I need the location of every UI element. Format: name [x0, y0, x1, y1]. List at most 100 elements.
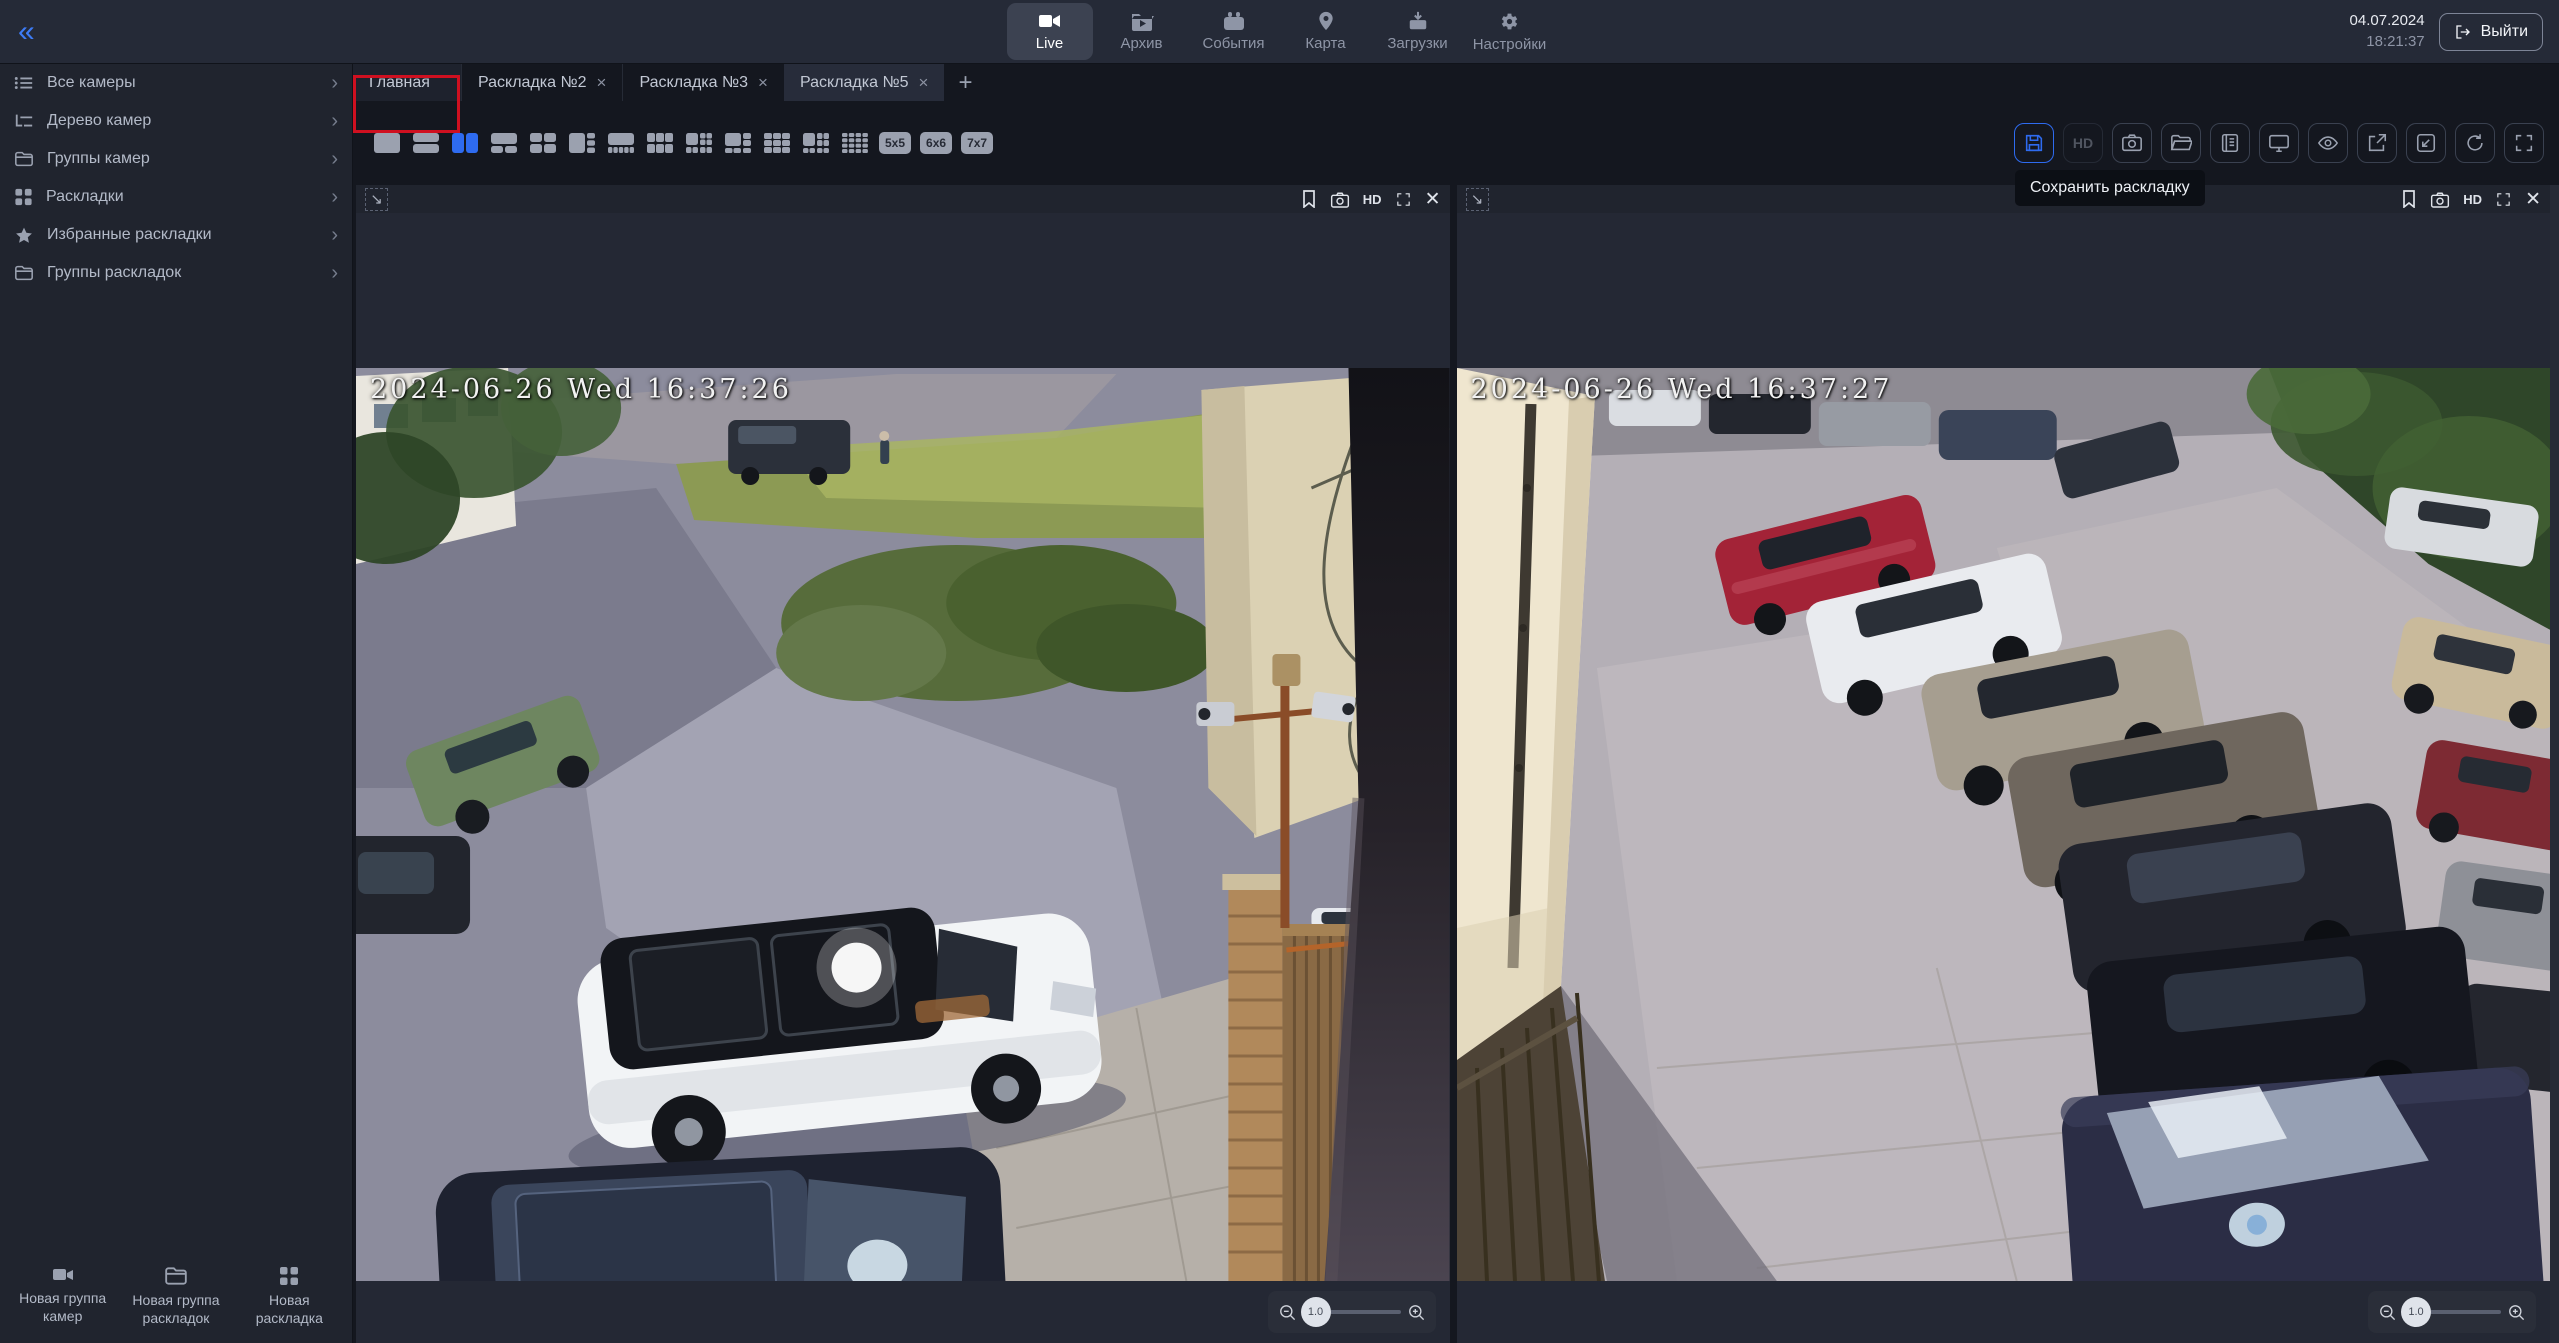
camera-icon: [2121, 132, 2143, 154]
view-button[interactable]: [2308, 123, 2348, 163]
video-timestamp: 2024-06-26 Wed 16:37:27: [1471, 374, 1893, 405]
layout-6-button[interactable]: [645, 131, 675, 155]
nav-map[interactable]: Карта: [1283, 3, 1369, 60]
zoom-slider[interactable]: 1.0: [2415, 1310, 2501, 1314]
current-date: 04.07.2024: [2350, 11, 2425, 31]
layout-1-5-button[interactable]: [606, 131, 636, 155]
layout-4-button[interactable]: [528, 131, 558, 155]
tab-layout-2[interactable]: Раскладка №2 ×: [461, 64, 622, 101]
nav-settings[interactable]: Настройки: [1467, 3, 1553, 60]
chevron-right-icon: ›: [331, 225, 338, 245]
logout-button[interactable]: Выйти: [2439, 13, 2543, 51]
layout-2-rows-button[interactable]: [411, 131, 441, 155]
zoom-in-icon[interactable]: [1407, 1303, 1426, 1322]
topbar-right: 04.07.2024 18:21:37 Выйти: [2350, 11, 2559, 52]
nav-live[interactable]: Live: [1007, 3, 1093, 60]
zoom-slider-handle[interactable]: 1.0: [2401, 1297, 2431, 1327]
chevron-right-icon: ›: [331, 263, 338, 283]
tile-fullscreen-icon[interactable]: [2495, 191, 2512, 208]
hd-toggle[interactable]: HD: [1363, 192, 1382, 207]
sidebar-item-favorite-layouts[interactable]: Избранные раскладки ›: [0, 216, 352, 254]
sidebar-item-camera-groups[interactable]: Группы камер ›: [0, 140, 352, 178]
add-tab-button[interactable]: +: [944, 64, 986, 101]
layout-2-cols-button[interactable]: [450, 131, 480, 155]
refresh-button[interactable]: [2455, 123, 2495, 163]
drag-resize-icon[interactable]: ↘: [1466, 188, 1489, 211]
hd-quality-button[interactable]: HD: [2063, 123, 2103, 163]
zoom-in-icon[interactable]: [2507, 1303, 2526, 1322]
video-camera-icon: [51, 1266, 75, 1284]
snapshot-camera-icon[interactable]: [2430, 191, 2450, 208]
map-pin-icon: [1316, 11, 1336, 31]
tab-layout-3[interactable]: Раскладка №3 ×: [622, 64, 783, 101]
layout-7x7-button[interactable]: 7x7: [961, 132, 993, 154]
zoom-out-icon[interactable]: [2378, 1303, 2397, 1322]
tab-glavnaya[interactable]: Главная: [353, 64, 461, 101]
new-camera-group-button[interactable]: Новая группа камер: [6, 1262, 119, 1331]
video-timestamp: 2024-06-26 Wed 16:37:26: [370, 374, 792, 405]
nav-archive[interactable]: Архив: [1099, 3, 1185, 60]
nav-events[interactable]: События: [1191, 3, 1277, 60]
share-button[interactable]: [2357, 123, 2397, 163]
layout-1-button[interactable]: [372, 131, 402, 155]
share-icon: [2366, 132, 2388, 154]
camera-video-1: 2024-06-26 Wed 16:37:26: [356, 368, 1450, 1281]
tree-icon: [14, 112, 34, 130]
tab-bar: Главная Раскладка №2 × Раскладка №3 × Ра…: [353, 64, 2559, 101]
close-tab-icon[interactable]: ×: [758, 74, 768, 91]
layout-1-7-button[interactable]: [684, 131, 714, 155]
layout-1-2-button[interactable]: [489, 131, 519, 155]
zoom-slider[interactable]: 1.0: [1315, 1310, 1401, 1314]
video-area[interactable]: 2024-06-26 Wed 16:37:26 1.0: [356, 213, 1450, 1343]
nav-label: Настройки: [1473, 36, 1547, 53]
zoom-out-icon[interactable]: [1278, 1303, 1297, 1322]
zoom-control: 1.0: [2368, 1291, 2536, 1333]
scrollbar-strip[interactable]: [2550, 185, 2559, 1343]
folder-icon: [14, 264, 34, 282]
screenshot-button[interactable]: [2112, 123, 2152, 163]
bookmark-icon[interactable]: [2401, 190, 2417, 208]
snapshot-camera-icon[interactable]: [1330, 191, 1350, 208]
video-area[interactable]: 2024-06-26 Wed 16:37:27 1.0: [1457, 213, 2551, 1343]
sidebar-item-layout-groups[interactable]: Группы раскладок ›: [0, 254, 352, 292]
nav-downloads[interactable]: Загрузки: [1375, 3, 1461, 60]
journal-button[interactable]: [2210, 123, 2250, 163]
monitor-button[interactable]: [2259, 123, 2299, 163]
current-time: 18:21:37: [2350, 32, 2425, 52]
layout-9-button[interactable]: [762, 131, 792, 155]
resize-button[interactable]: [2406, 123, 2446, 163]
tile-fullscreen-icon[interactable]: [1395, 191, 1412, 208]
new-layout-group-button[interactable]: Новая группа раскладок: [119, 1262, 232, 1331]
tile-close-icon[interactable]: ✕: [1425, 190, 1441, 209]
tile-close-icon[interactable]: ✕: [2525, 190, 2541, 209]
top-bar: « Live Архив События Карта Загрузки Наст…: [0, 0, 2559, 64]
zoom-slider-handle[interactable]: 1.0: [1301, 1297, 1331, 1327]
save-layout-button[interactable]: Сохранить раскладку: [2014, 123, 2054, 163]
eye-icon: [2317, 132, 2339, 154]
layout-5x5-button[interactable]: 5x5: [879, 132, 911, 154]
layout-1-7-alt-button[interactable]: [723, 131, 753, 155]
tab-layout-5[interactable]: Раскладка №5 ×: [784, 64, 944, 101]
tab-label: Главная: [369, 74, 430, 92]
layout-1-12-button[interactable]: [801, 131, 831, 155]
camera-video-2: 2024-06-26 Wed 16:37:27: [1457, 368, 2551, 1281]
chevron-right-icon: ›: [331, 149, 338, 169]
drag-resize-icon[interactable]: ↘: [365, 188, 388, 211]
hd-toggle[interactable]: HD: [2463, 192, 2482, 207]
layouts-grid-icon: [278, 1266, 300, 1286]
bookmark-icon[interactable]: [1301, 190, 1317, 208]
layout-16-button[interactable]: [840, 131, 870, 155]
new-layout-button[interactable]: Новая раскладка: [233, 1262, 346, 1331]
fullscreen-button[interactable]: [2504, 123, 2544, 163]
layout-6x6-button[interactable]: 6x6: [920, 132, 952, 154]
sidebar-collapse-button[interactable]: «: [18, 17, 35, 47]
close-tab-icon[interactable]: ×: [597, 74, 607, 91]
close-tab-icon[interactable]: ×: [919, 74, 929, 91]
resize-icon: [2415, 132, 2437, 154]
layout-1-3-button[interactable]: [567, 131, 597, 155]
sidebar-item-all-cameras[interactable]: Все камеры ›: [0, 64, 352, 102]
open-folder-icon: [2170, 132, 2192, 154]
sidebar-item-camera-tree[interactable]: Дерево камер ›: [0, 102, 352, 140]
open-folder-button[interactable]: [2161, 123, 2201, 163]
sidebar-item-layouts[interactable]: Раскладки ›: [0, 178, 352, 216]
